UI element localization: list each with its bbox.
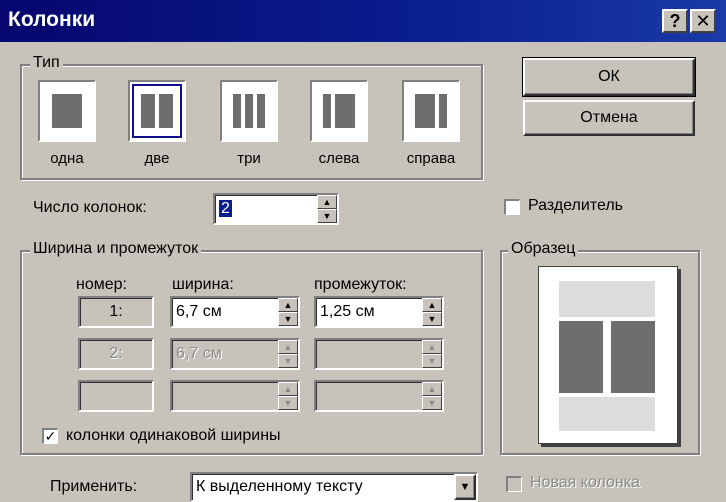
window-title: Колонки <box>8 8 96 31</box>
row-3-spacing-field[interactable]: ▲ ▼ <box>314 380 444 412</box>
row-2-spacing-spinner[interactable]: ▲ ▼ <box>422 340 442 368</box>
apply-value: К выделенному тексту <box>196 478 363 495</box>
help-button[interactable]: ? <box>662 9 688 33</box>
column-glyph <box>415 94 435 128</box>
spin-down-icon[interactable]: ▼ <box>278 396 298 410</box>
column-glyph <box>245 94 253 128</box>
row-1-spacing-value: 1,25 см <box>320 303 375 320</box>
checkmark-icon: ✓ <box>44 428 57 444</box>
row-2-width-field[interactable]: 6,7 см ▲ ▼ <box>170 338 300 370</box>
preset-left[interactable] <box>310 80 368 142</box>
preset-right-label: справа <box>406 150 456 167</box>
spin-up-icon[interactable]: ▲ <box>422 382 442 396</box>
width-spacing-title: Ширина и промежуток <box>30 240 202 258</box>
spin-up-icon[interactable]: ▲ <box>422 340 442 354</box>
row-1-width-value: 6,7 см <box>176 303 222 320</box>
new-column-checkbox[interactable] <box>506 476 522 492</box>
column-glyph <box>159 94 173 128</box>
spin-down-icon[interactable]: ▼ <box>317 209 337 223</box>
header-spacing: промежуток: <box>314 276 407 293</box>
new-column-label: Новая колонка <box>530 474 641 491</box>
header-number: номер: <box>76 276 127 293</box>
column-glyph <box>233 94 241 128</box>
column-glyph <box>257 94 265 128</box>
chevron-down-icon: ▼ <box>459 481 471 493</box>
row-2-spacing-field[interactable]: ▲ ▼ <box>314 338 444 370</box>
spin-down-icon[interactable]: ▼ <box>422 312 442 326</box>
help-icon: ? <box>669 10 681 31</box>
num-columns-label: Число колонок: <box>33 199 147 216</box>
row-3-number <box>78 380 154 412</box>
spin-up-icon[interactable]: ▲ <box>422 298 442 312</box>
num-columns-spinner[interactable]: ▲ ▼ <box>317 195 337 223</box>
row-2-width-value: 6,7 см <box>176 345 222 362</box>
spin-down-icon[interactable]: ▼ <box>422 354 442 368</box>
preview-text-top <box>559 281 655 317</box>
row-3-width-field[interactable]: ▲ ▼ <box>170 380 300 412</box>
preview-column-right <box>611 321 655 393</box>
title-bar[interactable] <box>0 0 726 42</box>
row-1-spacing-field[interactable]: 1,25 см ▲ ▼ <box>314 296 444 328</box>
preset-left-label: слева <box>318 150 360 167</box>
preset-one[interactable] <box>38 80 96 142</box>
column-glyph <box>323 94 331 128</box>
close-button[interactable]: ✕ <box>690 9 716 33</box>
row-3-width-spinner[interactable]: ▲ ▼ <box>278 382 298 410</box>
num-columns-value: 2 <box>219 200 232 217</box>
separator-label: Разделитель <box>528 197 624 214</box>
equal-width-label: колонки одинаковой ширины <box>66 427 281 444</box>
row-1-width-spinner[interactable]: ▲ ▼ <box>278 298 298 326</box>
ok-button[interactable]: ОК <box>522 57 696 97</box>
header-width: ширина: <box>172 276 234 293</box>
preset-two-label: две <box>144 150 170 167</box>
spin-up-icon[interactable]: ▲ <box>278 298 298 312</box>
preview-column-left <box>559 321 603 393</box>
row-1-number: 1: <box>78 296 154 328</box>
preset-two[interactable] <box>128 80 186 142</box>
preview-page <box>538 266 678 444</box>
column-glyph <box>52 94 82 128</box>
equal-width-checkbox[interactable]: ✓ <box>42 428 58 444</box>
preview-title: Образец <box>508 240 579 258</box>
dropdown-button[interactable]: ▼ <box>454 474 476 500</box>
row-2-number: 2: <box>78 338 154 370</box>
apply-select[interactable]: К выделенному тексту ▼ <box>190 472 478 502</box>
preset-three-label: три <box>237 150 261 167</box>
preset-one-label: одна <box>50 150 84 167</box>
preset-three[interactable] <box>220 80 278 142</box>
spin-up-icon[interactable]: ▲ <box>317 195 337 209</box>
row-3-spacing-spinner[interactable]: ▲ ▼ <box>422 382 442 410</box>
apply-label: Применить: <box>50 478 138 495</box>
spin-down-icon[interactable]: ▼ <box>278 312 298 326</box>
preset-right[interactable] <box>402 80 460 142</box>
spin-up-icon[interactable]: ▲ <box>278 382 298 396</box>
row-1-width-field[interactable]: 6,7 см ▲ ▼ <box>170 296 300 328</box>
separator-checkbox[interactable] <box>504 199 520 215</box>
column-glyph <box>335 94 355 128</box>
column-glyph <box>141 94 155 128</box>
spin-up-icon[interactable]: ▲ <box>278 340 298 354</box>
spin-down-icon[interactable]: ▼ <box>278 354 298 368</box>
close-icon: ✕ <box>695 10 711 31</box>
type-group-title: Тип <box>30 54 63 72</box>
row-1-spacing-spinner[interactable]: ▲ ▼ <box>422 298 442 326</box>
spin-down-icon[interactable]: ▼ <box>422 396 442 410</box>
cancel-button[interactable]: Отмена <box>523 100 695 136</box>
row-2-width-spinner[interactable]: ▲ ▼ <box>278 340 298 368</box>
column-glyph <box>439 94 447 128</box>
preview-text-bottom <box>559 397 655 431</box>
num-columns-field[interactable]: 2 ▲ ▼ <box>213 193 339 225</box>
